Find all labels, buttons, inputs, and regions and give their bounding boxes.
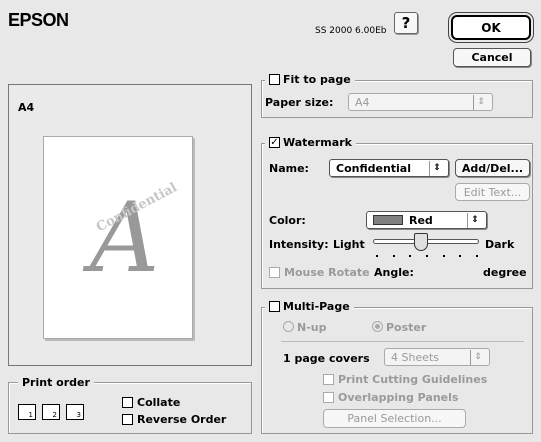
page-covers-popup[interactable]: 4 Sheets ⇕ <box>384 348 490 366</box>
mouse-rotate-checkbox[interactable]: Mouse Rotate <box>269 266 370 279</box>
help-button[interactable]: ? <box>394 12 418 34</box>
preview-paper-label: A4 <box>18 101 35 114</box>
print-order-title: Print order <box>18 376 94 389</box>
epson-logo: EPSON <box>8 10 69 30</box>
paper-size-popup[interactable]: A4 ⇕ <box>348 93 493 111</box>
overlapping-checkbox[interactable]: Overlapping Panels <box>323 391 458 404</box>
intensity-light-label: Light <box>333 238 365 251</box>
popup-arrows-icon: ⇕ <box>473 94 488 110</box>
nup-radio-icon <box>283 321 294 332</box>
overlapping-box <box>323 392 334 403</box>
degree-label: degree <box>483 266 527 279</box>
ok-button[interactable]: OK <box>451 15 531 40</box>
mouse-rotate-box <box>269 267 280 278</box>
intensity-label: Intensity: <box>269 238 329 251</box>
page-2-icon: 2 <box>42 404 60 420</box>
panel-selection-button[interactable]: Panel Selection... <box>323 409 466 428</box>
poster-radio[interactable]: Poster <box>372 321 426 334</box>
nup-radio[interactable]: N-up <box>283 321 326 334</box>
watermark-name-label: Name: <box>269 162 309 175</box>
popup-arrows-icon: ⇕ <box>467 212 482 228</box>
print-cutting-box <box>323 374 334 385</box>
cancel-button[interactable]: Cancel <box>453 48 531 67</box>
paper-size-label: Paper size: <box>265 96 334 109</box>
intensity-dark-label: Dark <box>485 238 515 251</box>
page-3-icon: 3 <box>66 404 84 420</box>
page-1-icon: 1 <box>18 404 36 420</box>
version-label: SS 2000 6.00Eb <box>315 26 387 36</box>
popup-arrows-icon: ⇕ <box>429 160 444 176</box>
angle-label: Angle: <box>374 266 414 279</box>
print-order-icons: 1 2 3 <box>18 404 84 420</box>
reverse-order-checkbox[interactable]: Reverse Order <box>122 413 226 426</box>
multi-page-box <box>269 301 280 312</box>
color-popup[interactable]: Red ⇕ <box>366 211 487 229</box>
intensity-slider-thumb[interactable] <box>413 233 428 251</box>
help-icon: ? <box>401 14 411 32</box>
watermark-name-popup[interactable]: Confidential ⇕ <box>329 159 449 177</box>
collate-checkbox[interactable]: Collate <box>122 396 180 409</box>
color-label: Color: <box>269 214 306 227</box>
collate-box <box>122 397 133 408</box>
fit-to-page-checkbox[interactable]: Fit to page <box>265 73 355 86</box>
watermark-checkbox[interactable]: ✓ Watermark <box>265 136 356 149</box>
fit-to-page-box <box>269 74 280 85</box>
popup-arrows-icon: ⇕ <box>470 349 485 365</box>
edit-text-button[interactable]: Edit Text... <box>455 183 530 201</box>
poster-radio-icon <box>372 321 383 332</box>
multi-page-divider <box>281 341 524 342</box>
add-del-button[interactable]: Add/Del... <box>455 159 530 177</box>
reverse-order-box <box>122 414 133 425</box>
color-swatch <box>373 215 403 225</box>
print-cutting-checkbox[interactable]: Print Cutting Guidelines <box>323 373 487 386</box>
multi-page-checkbox[interactable]: Multi-Page <box>265 300 354 313</box>
page-covers-label: 1 page covers <box>283 352 370 365</box>
watermark-box: ✓ <box>269 136 280 148</box>
intensity-ticks <box>376 255 478 257</box>
